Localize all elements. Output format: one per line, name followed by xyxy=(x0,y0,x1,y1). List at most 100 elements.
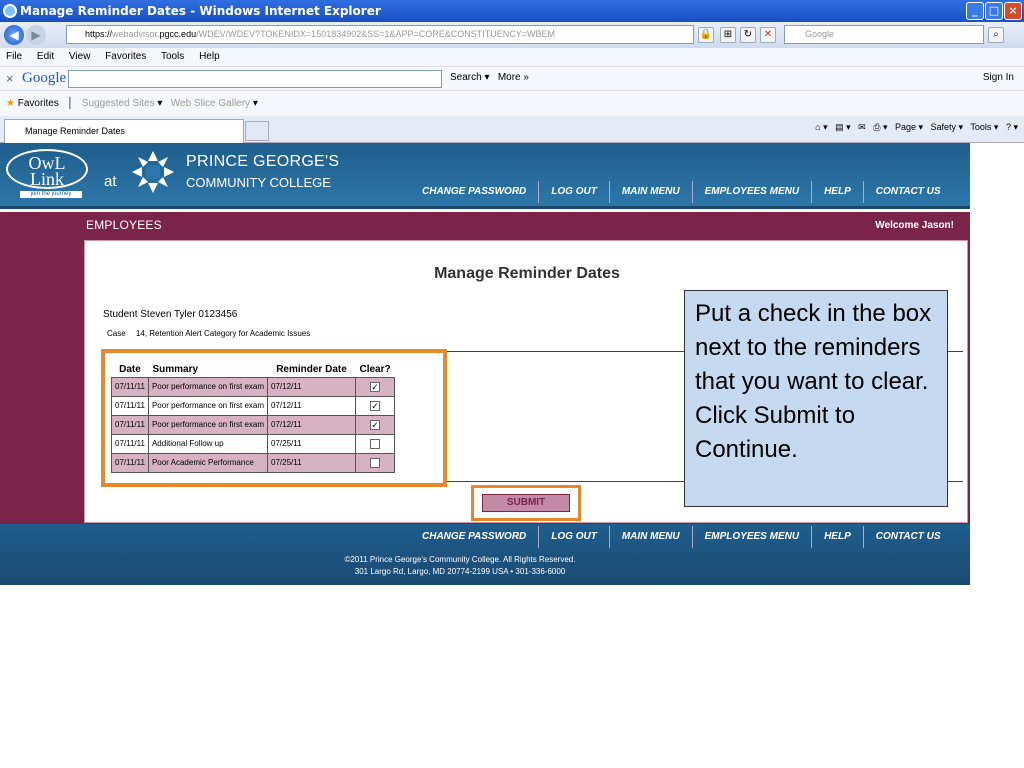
menu-favorites[interactable]: Favorites xyxy=(105,51,146,62)
reminders-table: Date Summary Reminder Date Clear? 07/11/… xyxy=(111,363,396,473)
refresh-icon[interactable]: ↻ xyxy=(740,27,756,43)
ie-icon xyxy=(3,4,17,18)
row-reminder: 07/12/11 xyxy=(267,395,356,416)
clear-checkbox[interactable] xyxy=(370,457,381,468)
clear-checkbox[interactable] xyxy=(370,438,381,449)
footer-log-out[interactable]: LOG OUT xyxy=(538,526,609,548)
owl-tagline: join the journey xyxy=(20,191,82,198)
sign-in-button[interactable]: Sign In xyxy=(983,72,1014,83)
row-summary: Additional Follow up xyxy=(147,433,269,454)
case-info: Case 14, Retention Alert Category for Ac… xyxy=(107,329,318,338)
address-text: 301 Largo Rd, Largo, MD 20774-2199 USA •… xyxy=(354,567,566,576)
case-label: Case xyxy=(107,329,126,338)
row-reminder: 07/25/11 xyxy=(267,433,356,454)
url-host-prefix: webadvisor. xyxy=(112,29,160,39)
nav-contact-us[interactable]: CONTACT US xyxy=(862,181,953,203)
maximize-button[interactable]: □ xyxy=(985,2,1003,20)
instruction-callout: Put a check in the box next to the remin… xyxy=(684,290,948,507)
table-row: 07/11/11 Poor Academic Performance 07/25… xyxy=(111,452,396,473)
col-summary: Summary xyxy=(152,364,199,376)
address-bar[interactable]: https://webadvisor.pgcc.edu/WDEV/WDEV?TO… xyxy=(66,25,694,44)
safety-menu[interactable]: Safety xyxy=(931,122,957,132)
clear-checkbox[interactable]: ✓ xyxy=(370,381,381,392)
owl-link-logo[interactable]: OwL Link xyxy=(6,149,88,189)
menu-help[interactable]: Help xyxy=(199,51,220,62)
tab-manage-reminder[interactable]: Manage Reminder Dates xyxy=(4,119,244,143)
footer-employees-menu[interactable]: EMPLOYEES MENU xyxy=(691,526,811,548)
stop-icon[interactable]: ✕ xyxy=(760,27,776,43)
row-reminder: 07/12/11 xyxy=(267,376,356,397)
menu-view[interactable]: View xyxy=(69,51,91,62)
google-toolbar: × Google Search ▾ More » Sign In xyxy=(0,66,1024,90)
col-reminder-date: Reminder Date xyxy=(276,364,347,376)
nav-help[interactable]: HELP xyxy=(811,181,863,203)
google-search-button[interactable]: Search xyxy=(450,72,482,83)
search-placeholder: Google xyxy=(805,29,835,39)
close-toolbar-icon[interactable]: × xyxy=(6,71,14,86)
close-button[interactable]: × xyxy=(1004,2,1022,20)
google-search-input[interactable] xyxy=(68,70,442,88)
row-summary: Poor performance on first exam xyxy=(147,414,269,435)
clear-cell xyxy=(354,452,396,473)
nav-change-password[interactable]: CHANGE PASSWORD xyxy=(410,181,538,203)
col-date: Date xyxy=(119,364,141,376)
tools-menu[interactable]: Tools xyxy=(970,122,991,132)
submit-button[interactable]: SUBMIT xyxy=(482,494,570,512)
google-buttons: Search ▾ More » xyxy=(450,72,529,83)
search-input[interactable]: Google xyxy=(784,25,984,44)
forward-button[interactable]: ▶ xyxy=(26,25,46,45)
browser-window: Manage Reminder Dates - Windows Internet… xyxy=(0,0,1024,768)
menu-file[interactable]: File xyxy=(6,51,22,62)
help-icon[interactable]: ? xyxy=(1006,122,1011,132)
nav-main-menu[interactable]: MAIN MENU xyxy=(608,181,692,203)
row-reminder: 07/12/11 xyxy=(267,414,356,435)
search-icon[interactable]: ⌕ xyxy=(988,27,1004,43)
at-text: at xyxy=(104,173,117,190)
menu-tools[interactable]: Tools xyxy=(161,51,184,62)
site-footer: CHANGE PASSWORD LOG OUT MAIN MENU EMPLOY… xyxy=(0,524,970,585)
web-slice-link[interactable]: Web Slice Gallery xyxy=(171,98,250,109)
address-row: ◀ ▶ https://webadvisor.pgcc.edu/WDEV/WDE… xyxy=(0,22,1024,48)
nav-employees-menu[interactable]: EMPLOYEES MENU xyxy=(691,181,811,203)
compat-icon[interactable]: ⊞ xyxy=(720,27,736,43)
menu-edit[interactable]: Edit xyxy=(37,51,54,62)
suggested-sites-link[interactable]: Suggested Sites xyxy=(82,98,155,109)
footer-help[interactable]: HELP xyxy=(811,526,863,548)
clear-checkbox[interactable]: ✓ xyxy=(370,419,381,430)
new-tab-button[interactable] xyxy=(245,121,269,141)
college-subtitle: COMMUNITY COLLEGE xyxy=(186,175,331,190)
footer-main-menu[interactable]: MAIN MENU xyxy=(608,526,692,548)
row-date: 07/11/11 xyxy=(111,395,149,416)
page-menu[interactable]: Page xyxy=(895,122,916,132)
table-row: 07/11/11 Poor performance on first exam … xyxy=(111,376,396,397)
print-icon[interactable]: ⎙ xyxy=(873,122,880,132)
footer-change-password[interactable]: CHANGE PASSWORD xyxy=(410,526,538,548)
row-summary: Poor performance on first exam xyxy=(147,376,269,397)
row-summary: Poor Academic Performance xyxy=(147,452,269,473)
copyright-text: ©2011 Prince George's Community College.… xyxy=(344,555,576,564)
tab-label: Manage Reminder Dates xyxy=(25,126,126,136)
favorites-button[interactable]: Favorites xyxy=(18,98,59,109)
footer-contact-us[interactable]: CONTACT US xyxy=(862,526,953,548)
student-info: Student Steven Tyler 0123456 xyxy=(103,309,238,320)
feeds-icon[interactable]: ▤ xyxy=(835,122,844,132)
section-title: EMPLOYEES xyxy=(86,218,162,232)
lock-icon[interactable]: 🔒 xyxy=(698,27,714,43)
window-title: Manage Reminder Dates - Windows Internet… xyxy=(20,4,381,18)
row-date: 07/11/11 xyxy=(111,433,149,454)
google-logo: Google xyxy=(22,70,67,86)
table-row: 07/11/11 Additional Follow up 07/25/11 xyxy=(111,433,396,454)
row-summary: Poor performance on first exam xyxy=(147,395,269,416)
clear-cell: ✓ xyxy=(354,414,396,435)
more-button[interactable]: More » xyxy=(498,72,529,83)
title-bar: Manage Reminder Dates - Windows Internet… xyxy=(0,0,1024,22)
url-host: pgcc.edu xyxy=(159,29,197,39)
nav-log-out[interactable]: LOG OUT xyxy=(538,181,609,203)
back-button[interactable]: ◀ xyxy=(4,25,24,45)
mail-icon[interactable]: ✉ xyxy=(858,122,866,132)
url-path: /WDEV/WDEV?TOKENIDX=1501834902&SS=1&APP=… xyxy=(196,29,556,39)
minimize-button[interactable]: _ xyxy=(966,2,984,20)
clear-checkbox[interactable]: ✓ xyxy=(370,400,381,411)
owl-logo-line2: Link xyxy=(30,169,64,189)
home-icon[interactable]: ⌂ xyxy=(815,122,820,132)
